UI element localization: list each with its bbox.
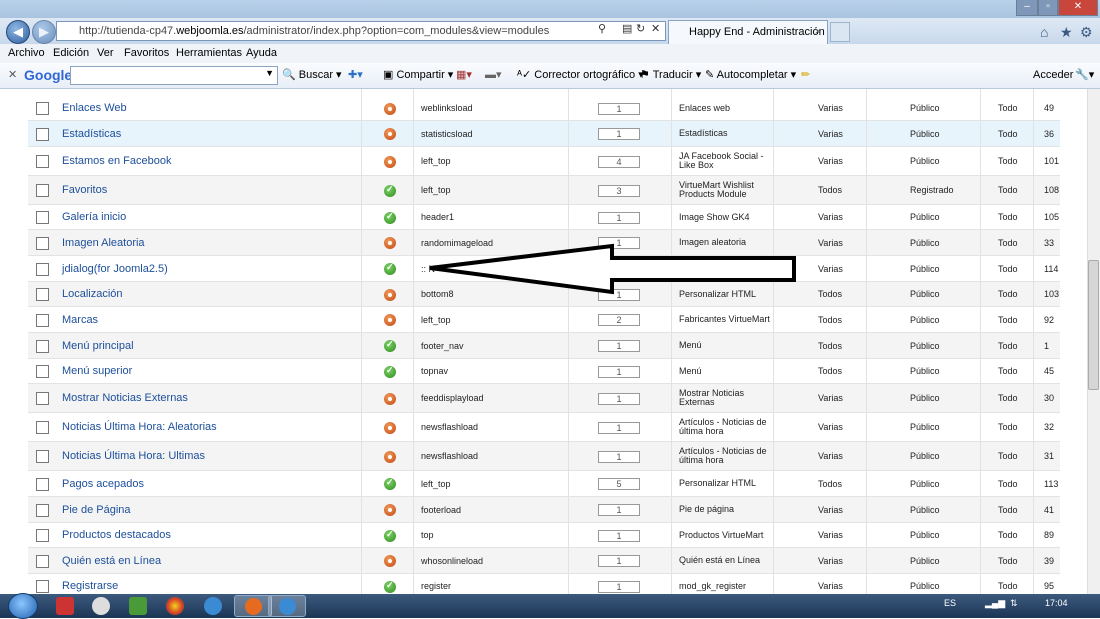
media-icon[interactable] (92, 597, 110, 615)
network-icon[interactable]: ⇅ (1010, 598, 1018, 609)
start-button[interactable] (8, 593, 38, 619)
taskbar-item-ie[interactable] (268, 595, 306, 617)
app-icon[interactable] (129, 597, 147, 615)
taskbar (0, 594, 1100, 618)
app-icon[interactable] (56, 597, 74, 615)
taskbar-item-firefox[interactable] (234, 595, 272, 617)
signal-icon[interactable]: ▂▄▆ (985, 598, 1005, 609)
chrome-icon[interactable] (166, 597, 184, 615)
annotation-arrow (429, 243, 796, 295)
ie-icon[interactable] (204, 597, 222, 615)
ie-icon (279, 598, 296, 615)
firefox-icon (245, 598, 262, 615)
clock[interactable]: 17:04 (1045, 598, 1068, 608)
language-indicator[interactable]: ES (944, 598, 956, 608)
